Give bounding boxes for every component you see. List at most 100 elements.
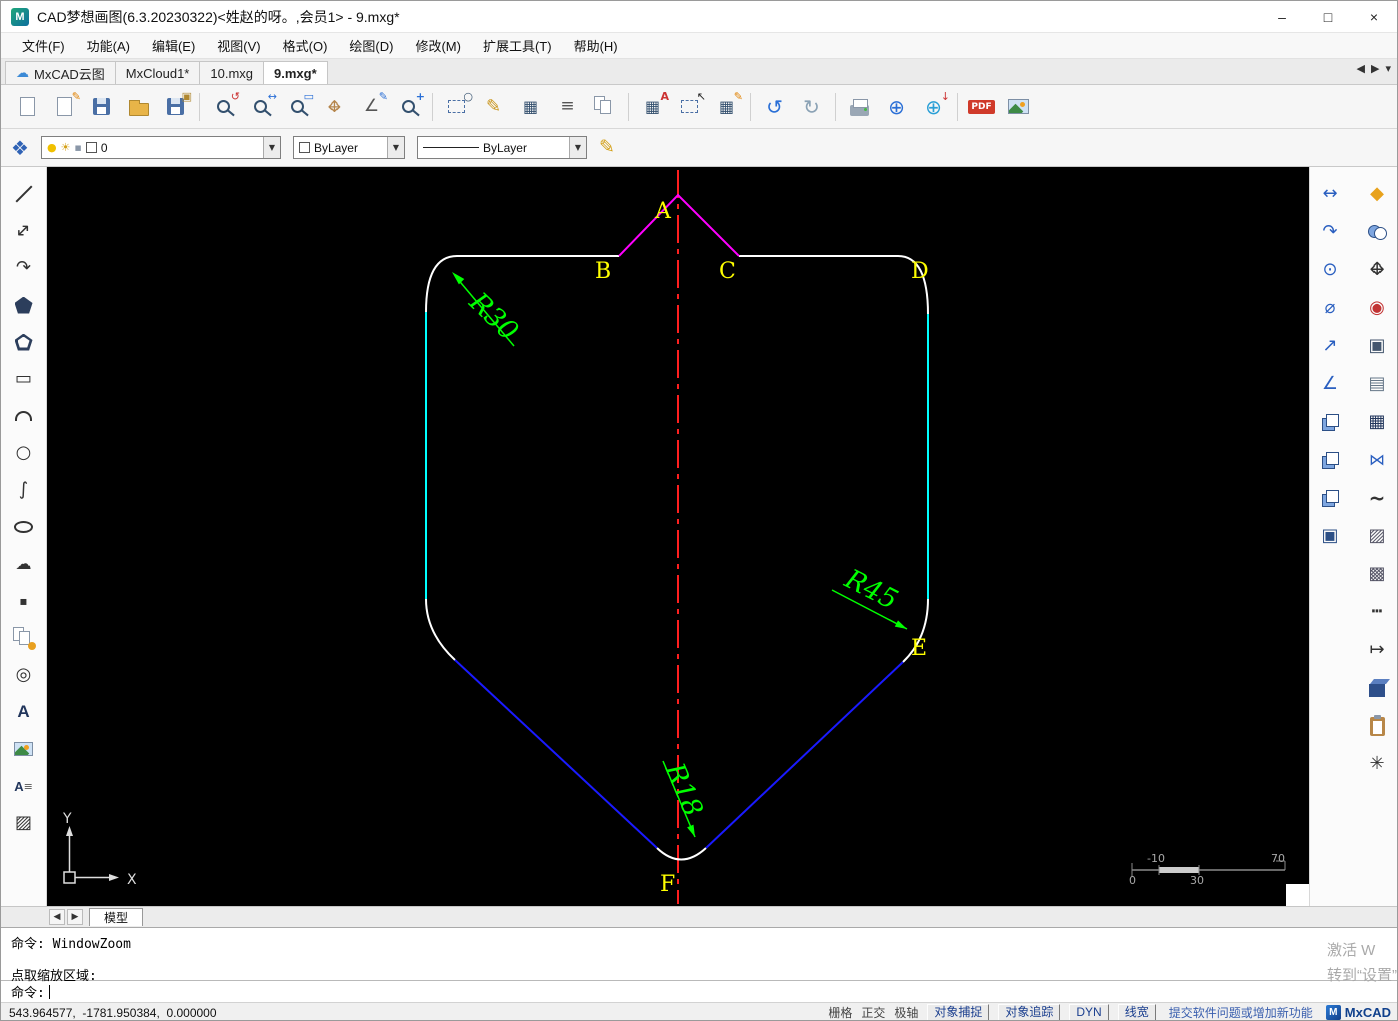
save-button[interactable] xyxy=(83,89,120,125)
spline-edit-tool[interactable]: ~ xyxy=(1360,483,1394,513)
paste-tool[interactable] xyxy=(1360,711,1394,741)
layer-combo[interactable]: ● ☀ ▪ 0 ▼ xyxy=(41,136,281,159)
layers-icon[interactable]: ❖ xyxy=(11,138,29,158)
lineweight-toggle[interactable]: 线宽 xyxy=(1118,1004,1156,1021)
web-publish-button[interactable]: ⊕↓ xyxy=(915,89,952,125)
tab-scroll-right-icon[interactable]: ▶ xyxy=(1371,63,1379,74)
dim-r45-text[interactable]: R45 xyxy=(839,563,903,616)
menu-format[interactable]: 格式(O) xyxy=(272,33,339,58)
view-3d-tool[interactable] xyxy=(1360,673,1394,703)
insert-image-button[interactable] xyxy=(1000,89,1037,125)
menu-express-tools[interactable]: 扩展工具(T) xyxy=(472,33,563,58)
duplicate-tool[interactable]: ▤ xyxy=(1360,369,1394,399)
fillet-bottom-left[interactable] xyxy=(426,599,455,660)
point-label-f[interactable]: F xyxy=(660,872,675,897)
undo-button[interactable]: ↺ xyxy=(756,89,793,125)
layout-scroll-right-icon[interactable]: ▶ xyxy=(67,909,83,925)
copy-clip-tool[interactable] xyxy=(1313,407,1347,437)
extend-tool[interactable]: ↦ xyxy=(1360,635,1394,665)
revision-cloud-tool[interactable]: ☁ xyxy=(7,549,41,579)
arc-tool[interactable] xyxy=(7,401,41,431)
mtext-tool[interactable]: A≡ xyxy=(7,771,41,801)
zoom-window-button[interactable]: ▭ xyxy=(279,89,316,125)
ortho-toggle[interactable]: 正交 xyxy=(861,1004,885,1021)
polyline-tool[interactable]: ↷ xyxy=(7,253,41,283)
dim-diameter-tool[interactable]: ⌀ xyxy=(1313,293,1347,323)
rotate-tool[interactable]: ◉ xyxy=(1360,293,1394,323)
menu-draw[interactable]: 绘图(D) xyxy=(338,33,404,58)
point-label-d[interactable]: D xyxy=(911,259,929,284)
region-tool[interactable]: ▩ xyxy=(1360,559,1394,589)
tab-list-dropdown-icon[interactable]: ▾ xyxy=(1385,63,1391,74)
image-tool[interactable] xyxy=(7,734,41,764)
drawing-canvas[interactable]: R30 R45 R18 A B C D E F xyxy=(47,167,1309,906)
rectangle-tool[interactable]: ▭ xyxy=(7,364,41,394)
maximize-button[interactable]: □ xyxy=(1305,1,1351,32)
edit-table-button[interactable]: ▦✎ xyxy=(708,89,745,125)
print-button[interactable] xyxy=(841,89,878,125)
menu-view[interactable]: 视图(V) xyxy=(206,33,271,58)
draw-order-pencil-icon[interactable]: ✎ xyxy=(599,138,615,157)
polygon-tool[interactable] xyxy=(7,327,41,357)
move-tool[interactable]: ↔↕ xyxy=(1360,255,1394,285)
named-views-tool[interactable]: ▣ xyxy=(1360,331,1394,361)
lower-left-line[interactable] xyxy=(455,660,657,848)
close-button[interactable]: × xyxy=(1351,1,1397,32)
block-edit-tool[interactable]: ▣ xyxy=(1313,521,1347,551)
point-label-a[interactable]: A xyxy=(654,199,672,224)
copy-tool[interactable] xyxy=(1360,217,1394,247)
open-button[interactable] xyxy=(120,89,157,125)
zoom-object-button[interactable]: ○ xyxy=(438,89,475,125)
mirror-tool[interactable]: ⋈ xyxy=(1360,445,1394,475)
select-set-button[interactable]: ↖ xyxy=(671,89,708,125)
chevron-down-icon[interactable]: ▼ xyxy=(263,137,280,158)
menu-function[interactable]: 功能(A) xyxy=(76,33,141,58)
dim-radius-tool[interactable]: ⊙ xyxy=(1313,255,1347,285)
grid-toggle[interactable]: 栅格 xyxy=(828,1004,852,1021)
feedback-link[interactable]: 提交软件问题或增加新功能 xyxy=(1169,1004,1313,1021)
menu-file[interactable]: 文件(F) xyxy=(11,33,76,58)
insert-table-button[interactable]: ▦ xyxy=(512,89,549,125)
dim-arc-length-tool[interactable]: ↷ xyxy=(1313,217,1347,247)
dyn-toggle[interactable]: DYN xyxy=(1069,1004,1108,1021)
text-tool[interactable]: A xyxy=(7,697,41,727)
chevron-down-icon[interactable]: ▼ xyxy=(569,137,586,158)
canvas-corner-grip[interactable] xyxy=(1286,884,1309,906)
chevron-down-icon[interactable]: ▼ xyxy=(387,137,404,158)
dim-aligned-tool[interactable]: ↗ xyxy=(1313,331,1347,361)
tab-10mxg[interactable]: 10.mxg xyxy=(199,61,264,84)
tab-9mxg-active[interactable]: 9.mxg* xyxy=(263,61,328,84)
save-all-button[interactable]: ▣ xyxy=(157,89,194,125)
hatch-tool[interactable]: ▨ xyxy=(7,808,41,838)
array-tool[interactable]: ▦ xyxy=(1360,407,1394,437)
otrack-toggle[interactable]: 对象追踪 xyxy=(998,1004,1060,1021)
measure-angle-button[interactable]: ∠✎ xyxy=(353,89,390,125)
construction-line-tool[interactable]: ↔ xyxy=(7,216,41,246)
menu-help[interactable]: 帮助(H) xyxy=(563,33,629,58)
zoom-extents-button[interactable]: ↔ xyxy=(242,89,279,125)
osnap-toggle[interactable]: 对象捕捉 xyxy=(927,1004,989,1021)
point-label-b[interactable]: B xyxy=(595,259,611,284)
dim-angular-tool[interactable]: ∠ xyxy=(1313,369,1347,399)
polygon-filled-tool[interactable] xyxy=(7,290,41,320)
point-label-e[interactable]: E xyxy=(911,636,927,661)
ellipse-tool[interactable] xyxy=(7,512,41,542)
copy-design-button[interactable] xyxy=(586,89,623,125)
model-tab[interactable]: 模型 xyxy=(89,908,143,926)
command-input[interactable]: 命令: xyxy=(1,981,1398,1002)
menu-modify[interactable]: 修改(M) xyxy=(404,33,472,58)
web-browser-button[interactable]: ⊕ xyxy=(878,89,915,125)
color-combo[interactable]: ByLayer ▼ xyxy=(293,136,405,159)
dim-linear-tool[interactable]: ↔ xyxy=(1313,179,1347,209)
donut-tool[interactable]: ◎ xyxy=(7,660,41,690)
insert-block-tool[interactable] xyxy=(7,623,41,653)
menu-edit[interactable]: 编辑(E) xyxy=(141,33,206,58)
zoom-previous-button[interactable]: ↺ xyxy=(205,89,242,125)
tab-mxcloud1[interactable]: MxCloud1* xyxy=(115,61,201,84)
fillet-r18-bottom[interactable] xyxy=(657,848,706,860)
paste-clip-tool[interactable] xyxy=(1313,483,1347,513)
point-label-c[interactable]: C xyxy=(719,259,736,284)
find-text-button[interactable]: ▦A xyxy=(634,89,671,125)
array-clip-tool[interactable] xyxy=(1313,445,1347,475)
circle-tool[interactable]: ○ xyxy=(7,438,41,468)
